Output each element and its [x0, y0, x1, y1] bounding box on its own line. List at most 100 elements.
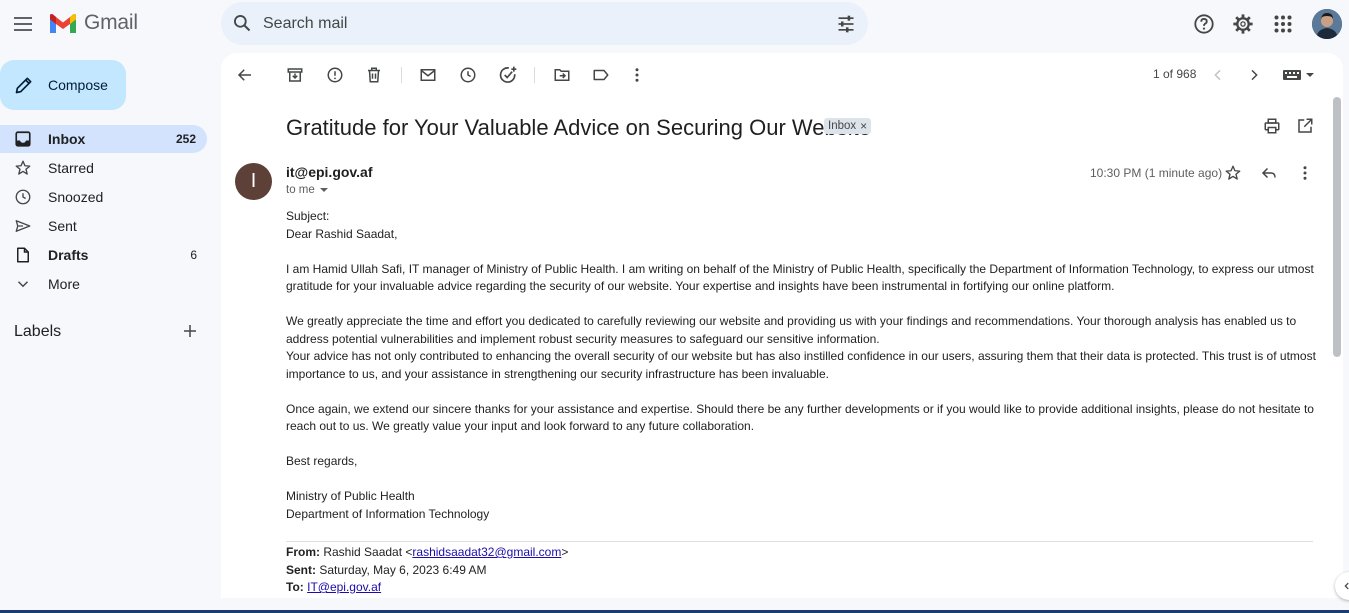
more-options-button[interactable] [627, 65, 647, 85]
body-paragraph-4: Once again, we extend our sincere thanks… [286, 401, 1314, 434]
sidebar-item-sent[interactable]: Sent [0, 212, 208, 240]
chevron-left-icon [1214, 69, 1221, 81]
account-avatar[interactable] [1312, 9, 1342, 39]
body-closing: Best regards, [286, 454, 358, 468]
back-button[interactable] [235, 65, 255, 85]
draft-icon [17, 247, 29, 263]
sidebar-item-label: Snoozed [48, 189, 104, 205]
message-more-button[interactable] [1295, 163, 1315, 183]
search-input[interactable] [261, 2, 821, 45]
recipient-label: to me [286, 184, 315, 196]
inbox-label-chip[interactable]: Inbox × [824, 118, 872, 134]
sidebar-item-label: Sent [48, 218, 77, 234]
keyboard-icon [1283, 70, 1314, 80]
email-timestamp: 10:30 PM (1 minute ago) [1090, 166, 1223, 180]
sender-avatar[interactable]: I [235, 163, 272, 200]
move-to-button[interactable] [552, 65, 572, 85]
sidebar-item-label: Inbox [48, 131, 86, 147]
input-tools-button[interactable] [1279, 65, 1323, 85]
body-paragraph-3: Your advice has not only contributed to … [286, 349, 1316, 381]
snooze-button[interactable] [458, 65, 478, 85]
sidebar-item-snoozed[interactable]: Snoozed [0, 183, 208, 211]
main-menu-button[interactable] [10, 10, 38, 38]
print-button[interactable] [1262, 116, 1282, 136]
email-body: Subject: Dear Rashid Saadat, I am Hamid … [286, 208, 1316, 523]
gear-icon [1233, 14, 1253, 34]
chip-label: Inbox [828, 120, 857, 132]
chevron-right-icon [1251, 69, 1258, 81]
toolbar-divider [401, 67, 402, 83]
sidebar-item-label: Starred [48, 160, 94, 176]
labels-heading: Labels [14, 323, 62, 340]
open-new-window-button[interactable] [1295, 116, 1315, 136]
sent-value: Saturday, May 6, 2023 6:49 AM [319, 562, 487, 577]
newer-button[interactable] [1208, 65, 1228, 85]
report-spam-button[interactable] [325, 65, 345, 85]
arrow-left-icon [237, 69, 251, 81]
reply-icon [1261, 167, 1276, 179]
message-view: 1 of 968 Gratitude for Your Valuable Adv… [221, 53, 1343, 598]
plus-icon[interactable] [181, 322, 199, 340]
envelope-icon [420, 69, 436, 81]
sidebar-item-label: More [48, 276, 80, 292]
archive-icon [287, 68, 303, 82]
compose-button[interactable]: Compose [0, 60, 126, 110]
pencil-icon [15, 77, 32, 94]
search-bar [221, 2, 868, 45]
sidebar-item-starred[interactable]: Starred [0, 154, 208, 182]
scrollbar-thumb[interactable] [1333, 97, 1341, 357]
body-greeting: Dear Rashid Saadat, [286, 226, 398, 241]
support-button[interactable] [1192, 12, 1216, 36]
trash-icon [368, 67, 380, 83]
star-button[interactable] [1223, 163, 1243, 183]
chevron-down-icon [17, 281, 29, 288]
sidebar-item-drafts[interactable]: Drafts 6 [0, 241, 208, 269]
reply-button[interactable] [1259, 163, 1279, 183]
from-line: From: Rashid Saadat <rashidsaadat32@gmai… [286, 544, 568, 562]
gmail-m-icon [50, 14, 76, 33]
apps-button[interactable] [1271, 12, 1295, 36]
more-vert-icon [635, 68, 639, 82]
delete-button[interactable] [364, 65, 384, 85]
signature-line-1: Ministry of Public Health [286, 489, 415, 503]
from-email-link[interactable]: rashidsaadat32@gmail.com [412, 545, 561, 559]
user-photo-icon [1312, 9, 1342, 39]
clock-icon [460, 67, 476, 83]
email-subject: Gratitude for Your Valuable Advice on Se… [286, 115, 871, 140]
gmail-logo[interactable]: Gmail [48, 11, 138, 35]
label-icon [593, 69, 609, 81]
move-folder-icon [554, 69, 570, 81]
body-paragraph-2: We greatly appreciate the time and effor… [286, 314, 1297, 346]
recipient-details[interactable]: to me [286, 184, 329, 196]
search-icon[interactable] [232, 13, 252, 33]
sidebar-item-more[interactable]: More [0, 270, 208, 298]
from-name: Rashid Saadat < [323, 545, 413, 559]
sender-address[interactable]: it@epi.gov.af [286, 164, 373, 180]
archive-button[interactable] [285, 65, 305, 85]
older-button[interactable] [1244, 65, 1264, 85]
drafts-count: 6 [190, 248, 197, 262]
more-vert-icon [1303, 166, 1307, 180]
compose-label: Compose [48, 77, 108, 93]
add-to-tasks-button[interactable] [498, 65, 518, 85]
search-options-icon[interactable] [836, 14, 856, 34]
body-paragraph-1: I am Hamid Ullah Safi, IT manager of Min… [286, 261, 1314, 294]
chevron-left-icon [1344, 582, 1349, 590]
to-email-link[interactable]: IT@epi.gov.af [307, 580, 381, 594]
settings-button[interactable] [1231, 12, 1255, 36]
body-subject-line: Subject: [286, 209, 330, 223]
remove-label-icon[interactable]: × [860, 119, 867, 133]
sidebar-item-inbox[interactable]: Inbox 252 [0, 125, 207, 153]
labels-button[interactable] [591, 65, 611, 85]
pagination-count: 1 of 968 [1153, 67, 1197, 81]
mark-unread-button[interactable] [418, 65, 438, 85]
sidebar-nav: Inbox 252 Starred Snoozed Sent Drafts 6 … [0, 125, 208, 299]
sent-label: Sent: [286, 562, 316, 577]
hamburger-icon [14, 17, 32, 31]
star-icon [15, 160, 31, 175]
caret-down-icon [319, 188, 328, 192]
signature-line-2: Department of Information Technology [286, 506, 490, 521]
toolbar-divider [534, 67, 535, 83]
star-icon [1225, 165, 1241, 180]
to-line: To: IT@epi.gov.af [286, 579, 568, 597]
